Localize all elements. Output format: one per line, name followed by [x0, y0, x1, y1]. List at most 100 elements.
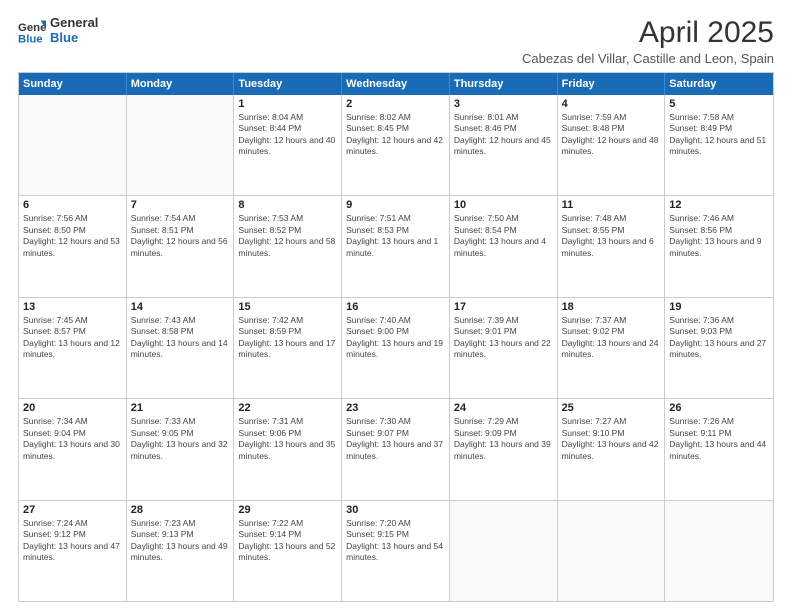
day-number: 6	[23, 199, 122, 211]
calendar-cell-r3c0: 20Sunrise: 7:34 AM Sunset: 9:04 PM Dayli…	[19, 399, 127, 499]
calendar-cell-r4c5	[558, 501, 666, 601]
cell-text: Sunrise: 7:29 AM Sunset: 9:09 PM Dayligh…	[454, 416, 553, 462]
day-number: 19	[669, 301, 769, 313]
day-number: 5	[669, 98, 769, 110]
day-number: 22	[238, 402, 337, 414]
calendar-cell-r0c6: 5 Sunrise: 7:58 AM Sunset: 8:49 PM Daylig…	[665, 95, 773, 195]
calendar-cell-r4c0: 27 Sunrise: 7:24 AM Sunset: 9:12 PM Dayli…	[19, 501, 127, 601]
cell-text: Sunrise: 7:34 AM Sunset: 9:04 PM Dayligh…	[23, 416, 122, 462]
cell-text: Sunrise: 7:54 AM Sunset: 8:51 PM Dayligh…	[131, 213, 230, 259]
calendar-cell-r2c2: 15Sunrise: 7:42 AM Sunset: 8:59 PM Dayli…	[234, 298, 342, 398]
calendar-cell-r2c6: 19 Sunrise: 7:36 AM Sunset: 9:03 PM Dayli…	[665, 298, 773, 398]
calendar-cell-r2c5: 18Sunrise: 7:37 AM Sunset: 9:02 PM Dayli…	[558, 298, 666, 398]
calendar-cell-r2c1: 14 Sunrise: 7:43 AM Sunset: 8:58 PM Dayli…	[127, 298, 235, 398]
calendar-cell-r0c5: 4Sunrise: 7:59 AM Sunset: 8:48 PM Daylig…	[558, 95, 666, 195]
calendar-cell-r1c0: 6 Sunrise: 7:56 AM Sunset: 8:50 PM Daylig…	[19, 196, 127, 296]
day-number: 24	[454, 402, 553, 414]
day-number: 27	[23, 504, 122, 516]
day-number: 16	[346, 301, 445, 313]
day-number: 7	[131, 199, 230, 211]
cell-text: Sunrise: 7:45 AM Sunset: 8:57 PM Dayligh…	[23, 315, 122, 361]
day-number: 12	[669, 199, 769, 211]
calendar-cell-r2c4: 17 Sunrise: 7:39 AM Sunset: 9:01 PM Dayli…	[450, 298, 558, 398]
day-number: 14	[131, 301, 230, 313]
calendar-cell-r0c1	[127, 95, 235, 195]
calendar-cell-r1c2: 8 Sunrise: 7:53 AM Sunset: 8:52 PM Daylig…	[234, 196, 342, 296]
calendar-cell-r3c2: 22 Sunrise: 7:31 AM Sunset: 9:06 PM Dayli…	[234, 399, 342, 499]
header-day-thursday: Thursday	[450, 73, 558, 95]
calendar-row-2: 13Sunrise: 7:45 AM Sunset: 8:57 PM Dayli…	[19, 297, 773, 398]
calendar-cell-r1c6: 12 Sunrise: 7:46 AM Sunset: 8:56 PM Dayli…	[665, 196, 773, 296]
cell-text: Sunrise: 7:39 AM Sunset: 9:01 PM Dayligh…	[454, 315, 553, 361]
cell-text: Sunrise: 7:53 AM Sunset: 8:52 PM Dayligh…	[238, 213, 337, 259]
calendar-row-3: 20Sunrise: 7:34 AM Sunset: 9:04 PM Dayli…	[19, 398, 773, 499]
cell-text: Sunrise: 7:58 AM Sunset: 8:49 PM Dayligh…	[669, 112, 769, 158]
calendar-body: 1Sunrise: 8:04 AM Sunset: 8:44 PM Daylig…	[19, 95, 773, 601]
cell-text: Sunrise: 7:56 AM Sunset: 8:50 PM Dayligh…	[23, 213, 122, 259]
day-number: 8	[238, 199, 337, 211]
day-number: 21	[131, 402, 230, 414]
header-day-tuesday: Tuesday	[234, 73, 342, 95]
page: General Blue General Blue April 2025 Cab…	[0, 0, 792, 612]
cell-text: Sunrise: 7:31 AM Sunset: 9:06 PM Dayligh…	[238, 416, 337, 462]
day-number: 9	[346, 199, 445, 211]
calendar-cell-r0c4: 3Sunrise: 8:01 AM Sunset: 8:46 PM Daylig…	[450, 95, 558, 195]
day-number: 15	[238, 301, 337, 313]
day-number: 25	[562, 402, 661, 414]
logo-line2: Blue	[50, 31, 98, 46]
day-number: 17	[454, 301, 553, 313]
svg-text:General: General	[18, 22, 46, 34]
calendar-cell-r3c1: 21Sunrise: 7:33 AM Sunset: 9:05 PM Dayli…	[127, 399, 235, 499]
day-number: 30	[346, 504, 445, 516]
subtitle: Cabezas del Villar, Castille and Leon, S…	[522, 51, 774, 66]
cell-text: Sunrise: 7:43 AM Sunset: 8:58 PM Dayligh…	[131, 315, 230, 361]
calendar-row-0: 1Sunrise: 8:04 AM Sunset: 8:44 PM Daylig…	[19, 95, 773, 195]
calendar-cell-r3c6: 26 Sunrise: 7:26 AM Sunset: 9:11 PM Dayli…	[665, 399, 773, 499]
calendar-cell-r0c3: 2Sunrise: 8:02 AM Sunset: 8:45 PM Daylig…	[342, 95, 450, 195]
calendar-row-4: 27 Sunrise: 7:24 AM Sunset: 9:12 PM Dayli…	[19, 500, 773, 601]
header-day-sunday: Sunday	[19, 73, 127, 95]
calendar-cell-r3c5: 25 Sunrise: 7:27 AM Sunset: 9:10 PM Dayli…	[558, 399, 666, 499]
calendar-cell-r4c4	[450, 501, 558, 601]
logo-icon: General Blue	[18, 17, 46, 45]
cell-text: Sunrise: 7:48 AM Sunset: 8:55 PM Dayligh…	[562, 213, 661, 259]
cell-text: Sunrise: 7:27 AM Sunset: 9:10 PM Dayligh…	[562, 416, 661, 462]
cell-text: Sunrise: 8:01 AM Sunset: 8:46 PM Dayligh…	[454, 112, 553, 158]
cell-text: Sunrise: 7:46 AM Sunset: 8:56 PM Dayligh…	[669, 213, 769, 259]
calendar-header: SundayMondayTuesdayWednesdayThursdayFrid…	[19, 73, 773, 95]
cell-text: Sunrise: 7:22 AM Sunset: 9:14 PM Dayligh…	[238, 518, 337, 564]
cell-text: Sunrise: 8:04 AM Sunset: 8:44 PM Dayligh…	[238, 112, 337, 158]
cell-text: Sunrise: 7:40 AM Sunset: 9:00 PM Dayligh…	[346, 315, 445, 361]
calendar-cell-r1c3: 9 Sunrise: 7:51 AM Sunset: 8:53 PM Daylig…	[342, 196, 450, 296]
calendar-row-1: 6 Sunrise: 7:56 AM Sunset: 8:50 PM Daylig…	[19, 195, 773, 296]
logo: General Blue General Blue	[18, 16, 98, 46]
day-number: 26	[669, 402, 769, 414]
cell-text: Sunrise: 7:24 AM Sunset: 9:12 PM Dayligh…	[23, 518, 122, 564]
day-number: 10	[454, 199, 553, 211]
header-day-wednesday: Wednesday	[342, 73, 450, 95]
cell-text: Sunrise: 7:20 AM Sunset: 9:15 PM Dayligh…	[346, 518, 445, 564]
cell-text: Sunrise: 7:59 AM Sunset: 8:48 PM Dayligh…	[562, 112, 661, 158]
day-number: 2	[346, 98, 445, 110]
day-number: 11	[562, 199, 661, 211]
calendar-cell-r4c2: 29Sunrise: 7:22 AM Sunset: 9:14 PM Dayli…	[234, 501, 342, 601]
calendar-cell-r1c1: 7 Sunrise: 7:54 AM Sunset: 8:51 PM Daylig…	[127, 196, 235, 296]
cell-text: Sunrise: 7:36 AM Sunset: 9:03 PM Dayligh…	[669, 315, 769, 361]
cell-text: Sunrise: 7:50 AM Sunset: 8:54 PM Dayligh…	[454, 213, 553, 259]
calendar: SundayMondayTuesdayWednesdayThursdayFrid…	[18, 72, 774, 602]
logo-line1: General	[50, 16, 98, 31]
calendar-cell-r3c3: 23Sunrise: 7:30 AM Sunset: 9:07 PM Dayli…	[342, 399, 450, 499]
calendar-cell-r4c6	[665, 501, 773, 601]
calendar-cell-r1c4: 10 Sunrise: 7:50 AM Sunset: 8:54 PM Dayli…	[450, 196, 558, 296]
header: General Blue General Blue April 2025 Cab…	[18, 16, 774, 66]
cell-text: Sunrise: 7:51 AM Sunset: 8:53 PM Dayligh…	[346, 213, 445, 259]
calendar-cell-r0c2: 1Sunrise: 8:04 AM Sunset: 8:44 PM Daylig…	[234, 95, 342, 195]
header-day-monday: Monday	[127, 73, 235, 95]
day-number: 23	[346, 402, 445, 414]
cell-text: Sunrise: 7:26 AM Sunset: 9:11 PM Dayligh…	[669, 416, 769, 462]
svg-text:Blue: Blue	[18, 33, 43, 45]
header-day-saturday: Saturday	[665, 73, 773, 95]
calendar-cell-r3c4: 24 Sunrise: 7:29 AM Sunset: 9:09 PM Dayli…	[450, 399, 558, 499]
header-day-friday: Friday	[558, 73, 666, 95]
day-number: 28	[131, 504, 230, 516]
